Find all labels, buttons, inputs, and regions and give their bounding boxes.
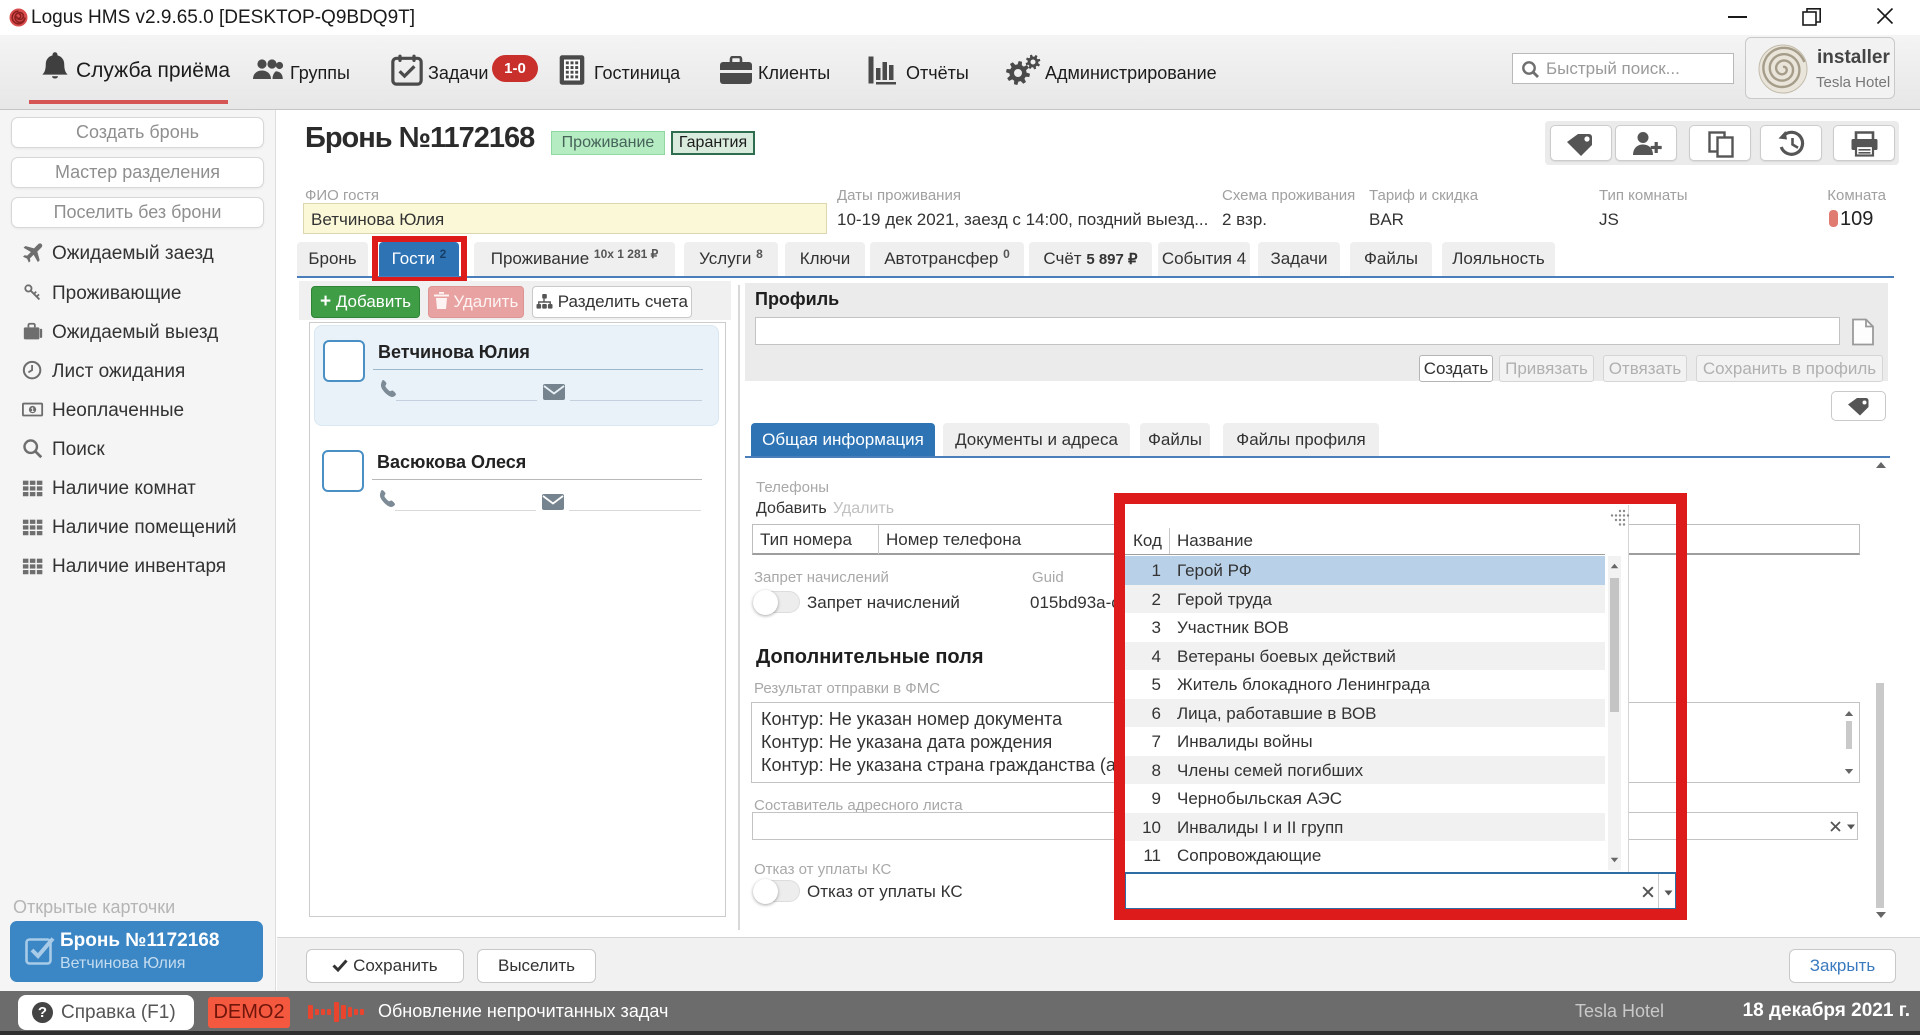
- svg-text:1: 1: [31, 407, 35, 414]
